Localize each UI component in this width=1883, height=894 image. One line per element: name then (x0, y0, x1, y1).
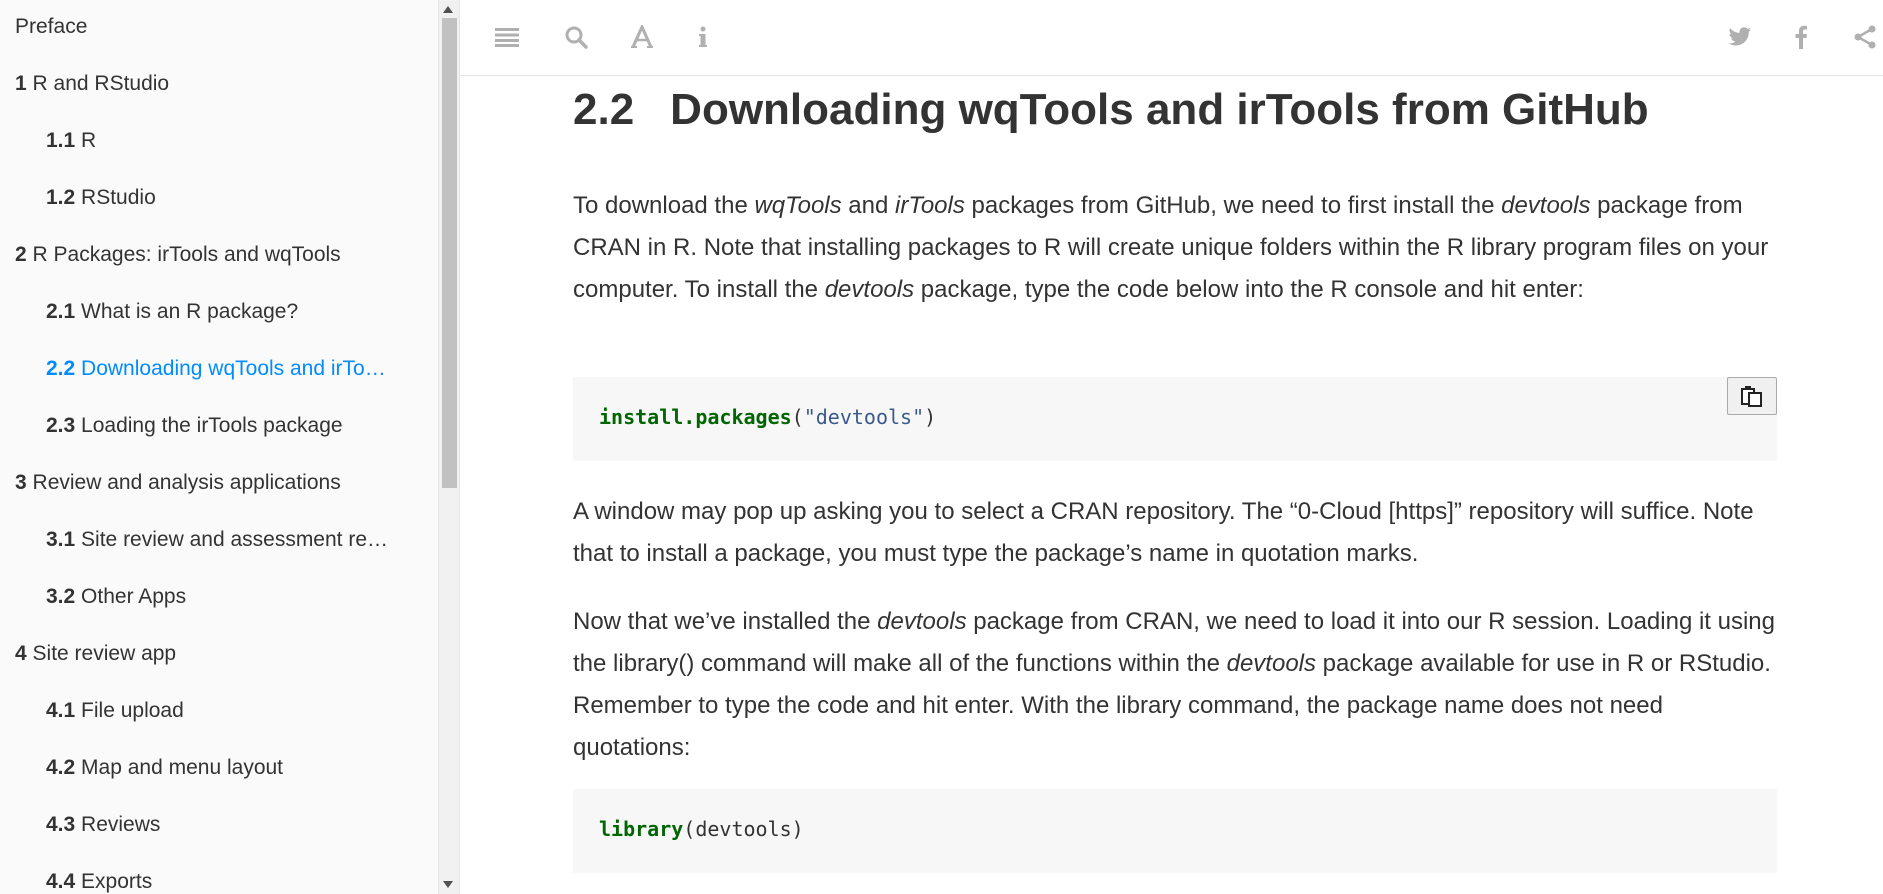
scroll-up-arrow-icon[interactable] (443, 6, 453, 13)
toc-item[interactable]: 4 Site review app (0, 627, 420, 684)
toc-item-label: Site review app (32, 642, 177, 665)
toc-item-label: Map and menu layout (81, 756, 284, 779)
section-number: 2.2 (573, 85, 635, 134)
toc-item[interactable]: 2.3 Loading the irTools package (0, 399, 420, 456)
search-icon[interactable] (561, 22, 591, 52)
toc-item[interactable]: 2 R Packages: irTools and wqTools (0, 228, 420, 285)
toc-item-number: 4.2 (46, 756, 76, 779)
toc-item-number: 2 (15, 243, 27, 266)
code-paren: ( (791, 405, 804, 429)
package-name: devtools (1501, 192, 1591, 219)
toc-item-number: 2.1 (46, 300, 76, 323)
toc-item[interactable]: 3 Review and analysis applications (0, 456, 420, 513)
info-icon[interactable] (688, 22, 718, 52)
package-name: devtools (1226, 650, 1316, 677)
toc-item-number: 4.3 (46, 813, 76, 836)
toc-item[interactable]: 4.4 Exports (0, 855, 420, 894)
toc-item[interactable]: 4.1 File upload (0, 684, 420, 741)
toc-item-label: What is an R package? (81, 300, 299, 323)
toc-item[interactable]: 1.2 RStudio (0, 171, 420, 228)
toc-item[interactable]: 4.2 Map and menu layout (0, 741, 420, 798)
toc-item-label: R and RStudio (32, 72, 170, 95)
facebook-icon[interactable] (1786, 22, 1816, 52)
paragraph-cran-repo: A window may pop up asking you to select… (573, 498, 1754, 567)
toc-item[interactable]: 4.3 Reviews (0, 798, 420, 855)
scroll-thumb[interactable] (442, 18, 457, 488)
toc-item-label: Loading the irTools package (81, 414, 343, 437)
paragraph-install-intro: To download the wqTools and irTools pack… (573, 185, 1777, 311)
section-heading: 2.2 Downloading wqTools and irTools from … (573, 85, 1649, 135)
toc-item-number: 4.4 (46, 870, 76, 893)
sidebar: Preface 1 R and RStudio 1.1 R 1.2 RStudio 2 … (0, 0, 440, 894)
toc-item-label: Downloading wqTools and irTo… (81, 357, 386, 380)
toc-item-number: 1.2 (46, 186, 76, 209)
toc-item[interactable]: Preface (0, 0, 420, 57)
toc-item[interactable]: 2.1 What is an R package? (0, 285, 420, 342)
toc-item-number: 1 (15, 72, 27, 95)
toc-item[interactable]: 3.2 Other Apps (0, 570, 420, 627)
text-run: packages from GitHub, we need to first i… (964, 192, 1502, 219)
code-function: install.packages (599, 405, 792, 429)
toc-item[interactable]: 1 R and RStudio (0, 57, 420, 114)
font-icon[interactable] (627, 22, 657, 52)
code-block-library[interactable]: library(devtools) (573, 789, 1777, 873)
toc-item-number: 2.3 (46, 414, 76, 437)
code-args: (devtools) (683, 817, 804, 841)
code-string: "devtools" (803, 405, 925, 429)
toc-item-label: Reviews (81, 813, 161, 836)
text-run: and (841, 192, 896, 219)
twitter-icon[interactable] (1725, 22, 1755, 52)
scroll-down-arrow-icon[interactable] (443, 881, 453, 888)
toc-item-number: 2.2 (46, 357, 76, 380)
package-name: irTools (895, 192, 965, 219)
toc-item[interactable]: 1.1 R (0, 114, 420, 171)
sidebar-scrollbar[interactable] (438, 0, 459, 894)
code-block-install[interactable]: install.packages("devtools") (573, 377, 1777, 461)
code-line[interactable]: library(devtools) (599, 817, 804, 841)
copy-code-button[interactable] (1727, 377, 1777, 415)
clipboard-icon (1741, 386, 1762, 407)
text-run: Now that we’ve installed the (573, 608, 878, 635)
toc-item-label: R Packages: irTools and wqTools (32, 243, 341, 266)
toc-item-label: R (81, 129, 97, 152)
toc-item-number: 3 (15, 471, 27, 494)
toc-item[interactable]: 3.1 Site review and assessment re… (0, 513, 420, 570)
code-line[interactable]: install.packages("devtools") (599, 405, 936, 429)
toc-item-number: 4.1 (46, 699, 76, 722)
toc: Preface 1 R and RStudio 1.1 R 1.2 RStudio 2 … (0, 0, 440, 894)
toc-item[interactable]: 2.2 Downloading wqTools and irTo… (0, 342, 420, 399)
code-paren: ) (924, 405, 937, 429)
package-name: wqTools (754, 192, 842, 219)
sidebar-divider (459, 0, 460, 894)
toc-item-number: 4 (15, 642, 27, 665)
code-function: library (599, 817, 684, 841)
section-title: Downloading wqTools and irTools from Git… (670, 85, 1649, 134)
paragraph-load-devtools: Now that we’ve installed the devtools pa… (573, 601, 1777, 769)
toc-item-label: Exports (81, 870, 153, 893)
toolbar (460, 0, 1883, 76)
toc-item-label: Preface (15, 15, 88, 38)
package-name: devtools (877, 608, 967, 635)
toc-item-number: 1.1 (46, 129, 76, 152)
text-run: To download the (573, 192, 755, 219)
toc-item-label: Site review and assessment re… (81, 528, 389, 551)
toc-item-number: 3.2 (46, 585, 76, 608)
toc-item-label: Review and analysis applications (32, 471, 341, 494)
text-run: package, type the code below into the R … (914, 276, 1584, 303)
toc-item-label: Other Apps (81, 585, 187, 608)
toc-item-label: RStudio (81, 186, 156, 209)
toc-item-number: 3.1 (46, 528, 76, 551)
menu-icon[interactable] (492, 22, 522, 52)
share-icon[interactable] (1850, 22, 1880, 52)
toc-item-label: File upload (81, 699, 184, 722)
package-name: devtools (824, 276, 915, 303)
